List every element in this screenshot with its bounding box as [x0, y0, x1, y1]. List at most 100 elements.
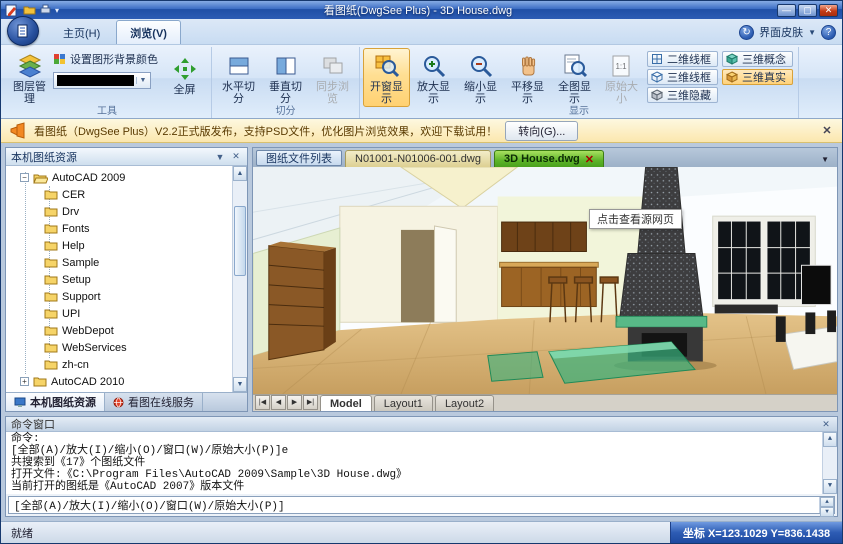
prev-layout-button[interactable]: ◀: [271, 395, 286, 410]
qat-print-icon[interactable]: [39, 4, 52, 16]
tree-item[interactable]: WebServices: [6, 339, 247, 356]
command-window: 命令窗口 ✕ 命令: [全部(A)/放大(I)/缩小(O)/窗口(W)/原始大小…: [5, 416, 838, 517]
command-scrollbar[interactable]: ▲ ▼: [822, 432, 837, 494]
command-input[interactable]: [全部(A)/放大(I)/缩小(O)/窗口(W)/原始大小(P)] ▲ ▼: [8, 496, 835, 514]
tab-close-icon[interactable]: ✕: [585, 153, 594, 166]
notice-close-icon[interactable]: ✕: [820, 124, 834, 137]
tab-online-service[interactable]: 看图在线服务: [105, 393, 203, 411]
scrollbar-thumb[interactable]: [234, 206, 246, 276]
tree-item[interactable]: Sample: [6, 254, 247, 271]
window-zoom-icon: [374, 53, 400, 79]
tree-item[interactable]: + AutoCAD 2010: [6, 373, 247, 390]
command-close-icon[interactable]: ✕: [820, 419, 832, 430]
drawing-canvas[interactable]: 点击查看源网页: [253, 167, 837, 394]
go-button[interactable]: 转向(G)...: [505, 121, 578, 141]
collapse-icon[interactable]: −: [20, 173, 29, 182]
chevron-down-icon[interactable]: ▼: [214, 152, 226, 162]
fullscreen-button[interactable]: 全屏: [161, 51, 208, 98]
tree-item[interactable]: Drv: [6, 203, 247, 220]
source-tooltip: 点击查看源网页: [589, 209, 682, 229]
title-bar: ▾ 看图纸(DwgSee Plus) - 3D House.dwg — ▢ ✕: [1, 1, 842, 19]
skin-dropdown-icon[interactable]: ▼: [808, 28, 816, 37]
realistic-3d-button[interactable]: 三维真实: [722, 69, 793, 85]
horizontal-split-button[interactable]: 水平切分: [215, 48, 262, 107]
vertical-split-button[interactable]: 垂直切分: [262, 48, 309, 107]
tree-item[interactable]: Help: [6, 237, 247, 254]
skin-label[interactable]: 界面皮肤: [759, 24, 803, 40]
panel-close-icon[interactable]: ✕: [230, 151, 242, 162]
scroll-up-icon[interactable]: ▲: [823, 432, 837, 447]
first-layout-button[interactable]: |◀: [255, 395, 270, 410]
skin-refresh-icon[interactable]: ↻: [739, 25, 754, 40]
scroll-up-icon[interactable]: ▲: [820, 497, 834, 507]
pan-display-button[interactable]: 平移显示: [504, 48, 551, 107]
next-layout-button[interactable]: ▶: [287, 395, 302, 410]
doc-tab-inactive[interactable]: N01001-N01006-001.dwg: [345, 150, 491, 167]
tree-item[interactable]: Support: [6, 288, 247, 305]
scroll-down-icon[interactable]: ▼: [233, 377, 247, 392]
scroll-down-icon[interactable]: ▼: [820, 507, 834, 517]
last-layout-button[interactable]: ▶|: [303, 395, 318, 410]
actual-size-button[interactable]: 1:1 原始大小: [598, 48, 645, 107]
tab-list-dropdown-icon[interactable]: ▼: [821, 155, 834, 167]
wireframe-3d-button[interactable]: 三维线框: [647, 69, 718, 85]
concept-3d-button[interactable]: 三维概念: [722, 51, 793, 67]
expand-icon[interactable]: +: [20, 377, 29, 386]
folder-icon: [44, 257, 58, 268]
fit-page-icon: [562, 53, 588, 79]
zoom-in-display-button[interactable]: 放大显示: [410, 48, 457, 107]
help-button[interactable]: ?: [821, 25, 836, 40]
tab-model[interactable]: Model: [320, 395, 372, 411]
maximize-button[interactable]: ▢: [798, 4, 817, 17]
actual-size-icon: 1:1: [609, 53, 635, 79]
status-bar: 就绪 坐标 X=123.1029 Y=836.1438: [1, 521, 842, 543]
ribbon-group-display: 开窗显示 放大显示: [360, 47, 799, 118]
tree-item[interactable]: Fonts: [6, 220, 247, 237]
chevron-down-icon: ▼: [136, 77, 149, 84]
command-input-spinner[interactable]: ▲ ▼: [819, 497, 834, 513]
set-background-color-button[interactable]: 设置图形背景颜色: [53, 51, 158, 67]
tree-item[interactable]: WebDepot: [6, 322, 247, 339]
tab-layout1[interactable]: Layout1: [374, 395, 433, 411]
tab-local-resources[interactable]: 本机图纸资源: [6, 393, 105, 411]
tree-scrollbar[interactable]: ▲ ▼: [232, 166, 247, 392]
zoom-out-display-button[interactable]: 缩小显示: [457, 48, 504, 107]
tree-item[interactable]: UPI: [6, 305, 247, 322]
scroll-down-icon[interactable]: ▼: [823, 479, 837, 494]
sync-browse-icon: [320, 53, 346, 79]
zoom-in-icon: [421, 53, 447, 79]
qat-open-icon[interactable]: [23, 4, 36, 16]
sync-browse-button[interactable]: 同步浏览: [309, 48, 356, 107]
realistic-3d-icon: [726, 71, 738, 83]
tab-view[interactable]: 浏览(V): [116, 20, 181, 44]
folder-icon: [44, 308, 58, 319]
command-line: 共搜索到《17》个图纸文件: [11, 457, 819, 469]
close-button[interactable]: ✕: [819, 4, 838, 17]
qat-dropdown-icon[interactable]: ▾: [55, 6, 59, 15]
command-history[interactable]: 命令: [全部(A)/放大(I)/缩小(O)/窗口(W)/原始大小(P)]e 共…: [6, 432, 837, 494]
tab-layout2[interactable]: Layout2: [435, 395, 494, 411]
background-color-select[interactable]: ▼: [53, 72, 151, 89]
panel-title: 本机图纸资源: [11, 149, 210, 165]
tab-home[interactable]: 主页(H): [49, 20, 114, 44]
status-ready: 就绪: [1, 522, 670, 543]
globe-icon: [113, 397, 124, 408]
doc-tab-active[interactable]: 3D House.dwg ✕: [494, 150, 604, 167]
tree-item[interactable]: Setup: [6, 271, 247, 288]
tree-item[interactable]: zh-cn: [6, 356, 247, 373]
tree-item[interactable]: CER: [6, 186, 247, 203]
file-list-button[interactable]: 图纸文件列表: [256, 150, 342, 166]
open-window-display-button[interactable]: 开窗显示: [363, 48, 410, 107]
tree-item[interactable]: − AutoCAD 2009: [6, 169, 247, 186]
layer-manager-button[interactable]: 图层管理: [6, 48, 53, 107]
wireframe-2d-button[interactable]: 二维线框: [647, 51, 718, 67]
hidden-3d-button[interactable]: 三维隐藏: [647, 87, 718, 103]
application-menu-button[interactable]: [7, 16, 39, 46]
fit-all-display-button[interactable]: 全图显示: [551, 48, 598, 107]
folder-icon: [44, 189, 58, 200]
command-window-header: 命令窗口 ✕: [6, 417, 837, 432]
scroll-up-icon[interactable]: ▲: [233, 166, 247, 181]
folder-icon: [33, 376, 47, 387]
command-line: 打开文件:《C:\Program Files\AutoCAD 2009\Samp…: [11, 469, 819, 481]
minimize-button[interactable]: —: [777, 4, 796, 17]
